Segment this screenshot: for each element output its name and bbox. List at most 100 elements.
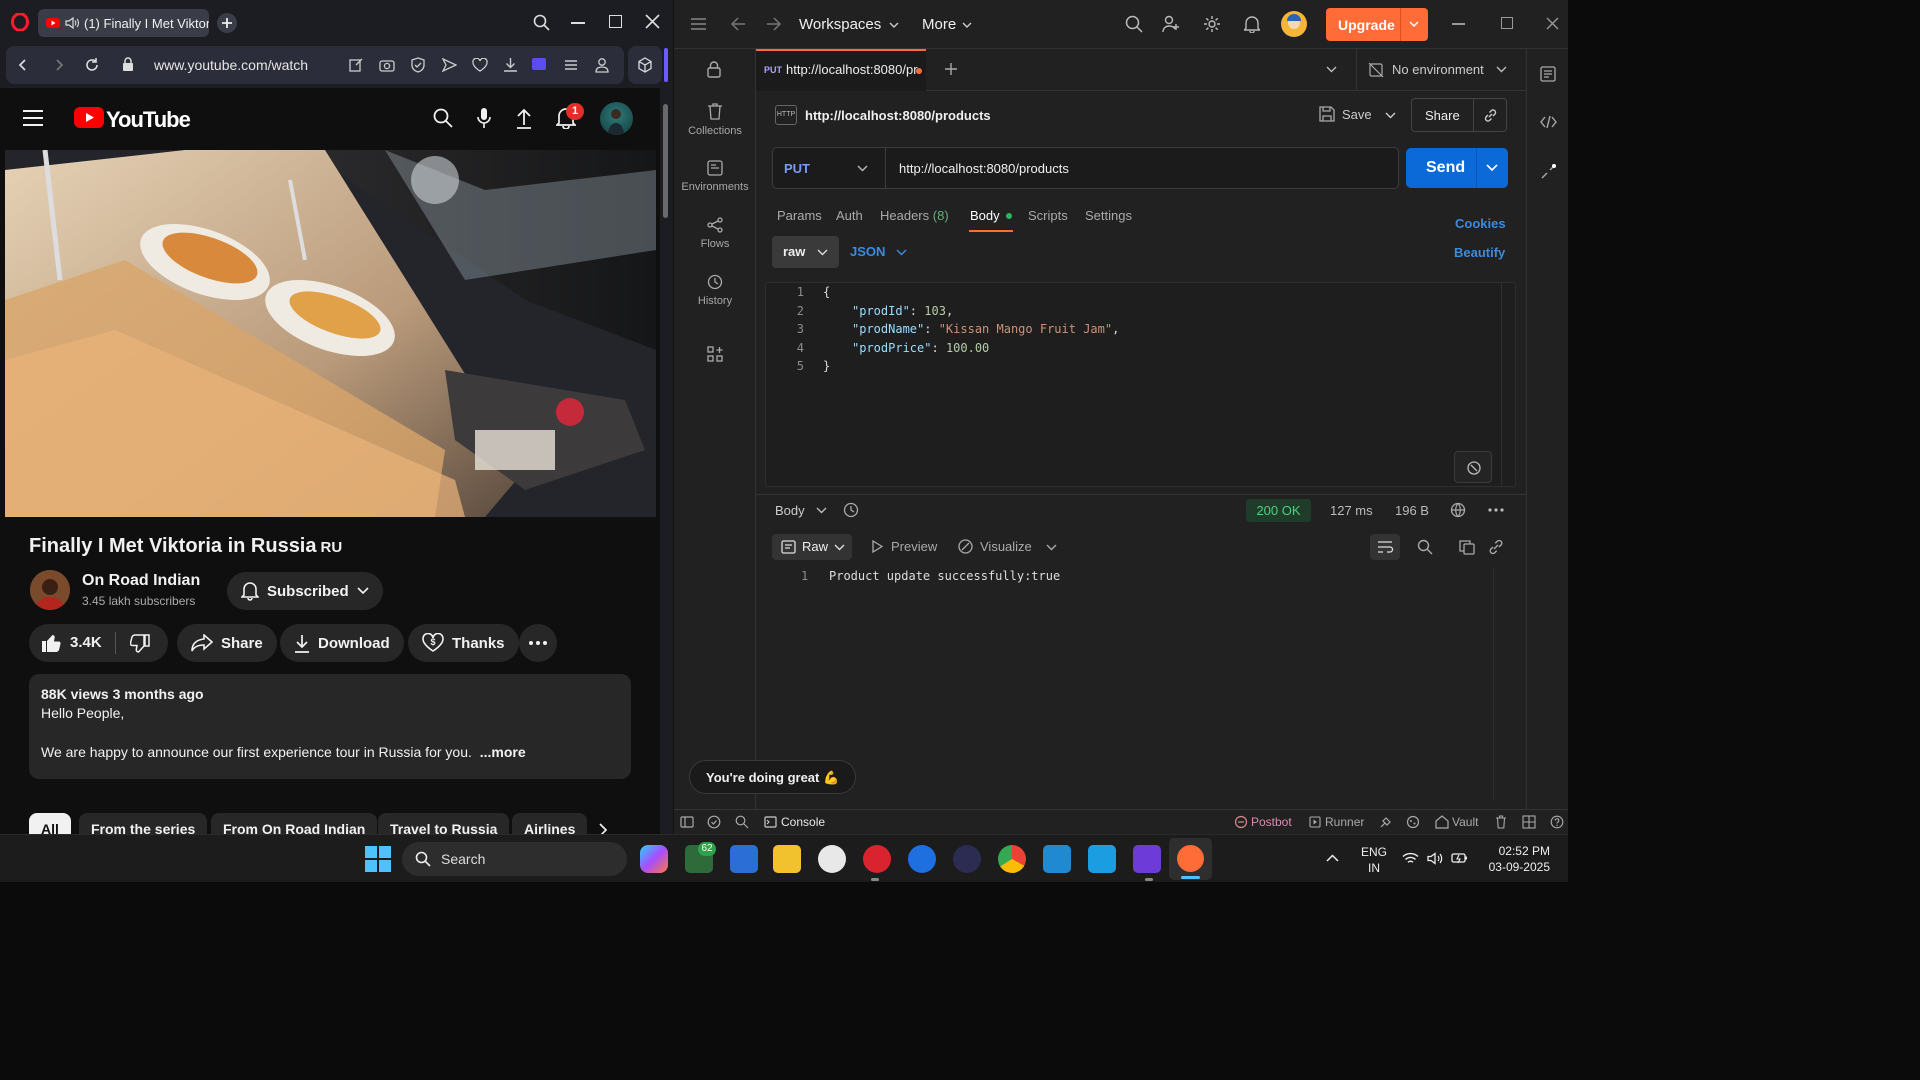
- channel-avatar[interactable]: [30, 570, 70, 610]
- description-box[interactable]: 88K views 3 months ago Hello People, We …: [29, 674, 631, 779]
- trash-icon[interactable]: [1495, 815, 1507, 829]
- scrollbar-thumb[interactable]: [663, 104, 668, 218]
- like-count[interactable]: 3.4K: [70, 634, 102, 651]
- response-size[interactable]: 196 B: [1395, 503, 1429, 518]
- body-mode-selector[interactable]: raw: [772, 236, 839, 268]
- browser-tab[interactable]: (1) Finally I Met Viktoria in Russia: [38, 9, 209, 37]
- capture-icon[interactable]: [1379, 815, 1393, 829]
- user-avatar[interactable]: [1281, 11, 1307, 37]
- wrap-lines-button[interactable]: [1370, 534, 1400, 560]
- camera-icon[interactable]: [379, 58, 395, 72]
- maximize-button[interactable]: [1501, 17, 1513, 29]
- globe-icon[interactable]: [1450, 502, 1466, 518]
- chrome-icon[interactable]: [998, 845, 1026, 873]
- chevron-down-icon[interactable]: [1496, 66, 1507, 73]
- category-chip[interactable]: From the series: [79, 813, 208, 834]
- dislike-icon[interactable]: [130, 634, 150, 654]
- close-window-button[interactable]: [645, 14, 660, 29]
- request-name[interactable]: http://localhost:8080/products: [805, 108, 991, 123]
- no-environment-icon[interactable]: [1368, 62, 1384, 78]
- vpn-icon[interactable]: [532, 58, 546, 70]
- scrollbar[interactable]: [660, 88, 673, 834]
- tab-settings[interactable]: Settings: [1085, 208, 1132, 223]
- battery-icon[interactable]: [1451, 851, 1468, 866]
- console-button[interactable]: Console: [781, 815, 825, 829]
- url-input[interactable]: http://localhost:8080/products: [899, 161, 1069, 176]
- chevron-down-icon[interactable]: [1409, 21, 1419, 28]
- opera-browser-icon[interactable]: [863, 845, 891, 873]
- status-badge[interactable]: 200 OK: [1246, 499, 1311, 522]
- more-link[interactable]: ...more: [480, 744, 526, 760]
- ai-assist-button[interactable]: [1454, 451, 1492, 483]
- back-icon[interactable]: [16, 58, 30, 72]
- lock-icon[interactable]: [122, 57, 134, 72]
- category-chip[interactable]: Travel to Russia: [378, 813, 510, 834]
- download-button[interactable]: Download: [280, 624, 404, 662]
- new-tab-button[interactable]: [217, 13, 237, 33]
- share-button[interactable]: Share: [1425, 108, 1460, 123]
- chevron-down-icon[interactable]: [896, 249, 907, 256]
- subscribed-button[interactable]: Subscribed: [227, 572, 383, 610]
- add-tab-icon[interactable]: [944, 62, 958, 76]
- search-tabs-icon[interactable]: [533, 14, 550, 31]
- chevron-down-icon[interactable]: [1046, 544, 1057, 551]
- environment-selector[interactable]: No environment: [1392, 62, 1484, 77]
- workspaces-menu[interactable]: Workspaces: [799, 16, 899, 33]
- search-icon[interactable]: [1125, 15, 1143, 33]
- postman-taskbar-active[interactable]: [1169, 838, 1212, 880]
- docs-icon[interactable]: [1540, 66, 1556, 82]
- encouragement-toast[interactable]: You're doing great 💪: [689, 760, 857, 794]
- response-body-text[interactable]: Product update successfully:true: [829, 569, 1060, 583]
- reload-icon[interactable]: [84, 57, 100, 73]
- response-body-tab[interactable]: Body: [775, 503, 805, 518]
- chevron-right-icon[interactable]: [598, 823, 608, 834]
- connection-icon[interactable]: [1540, 163, 1557, 180]
- notifications-bell-icon[interactable]: [1244, 15, 1260, 33]
- body-format-selector[interactable]: JSON: [850, 244, 885, 259]
- link-icon[interactable]: [1483, 108, 1498, 123]
- easy-setup-icon[interactable]: [564, 58, 578, 72]
- layout-icon[interactable]: [1522, 815, 1536, 829]
- sidebar-item-environments[interactable]: Environments: [674, 160, 756, 193]
- thanks-button[interactable]: $ Thanks: [408, 624, 519, 662]
- send-dropdown-icon[interactable]: [1486, 164, 1498, 172]
- tab-auth[interactable]: Auth: [836, 208, 863, 223]
- raw-view-selector[interactable]: Raw: [772, 534, 852, 560]
- postbot-button[interactable]: Postbot: [1251, 815, 1292, 829]
- windows-start-icon[interactable]: [365, 846, 391, 872]
- share-button[interactable]: Share: [177, 624, 277, 662]
- preview-tab[interactable]: Preview: [891, 539, 937, 554]
- shield-icon[interactable]: [411, 57, 425, 73]
- close-window-button[interactable]: [1546, 17, 1559, 30]
- edit-icon[interactable]: [349, 57, 364, 72]
- tab-headers[interactable]: Headers (8): [880, 208, 949, 223]
- chevron-up-icon[interactable]: [1326, 854, 1339, 862]
- body-code-editor[interactable]: 1 2 3 4 5 { "prodId": 103, "prodName": "…: [765, 282, 1516, 487]
- category-chip-all[interactable]: All: [29, 813, 71, 834]
- remote-desktop-icon[interactable]: [1088, 845, 1116, 873]
- vscode-icon[interactable]: [1043, 845, 1071, 873]
- chevron-down-icon[interactable]: [857, 165, 868, 172]
- taskbar-search[interactable]: Search: [402, 842, 627, 876]
- save-button[interactable]: Save: [1342, 107, 1372, 122]
- more-actions-button[interactable]: [519, 624, 557, 662]
- file-explorer-icon[interactable]: [773, 845, 801, 873]
- send-arrow-icon[interactable]: [442, 58, 457, 72]
- avatar[interactable]: [600, 102, 633, 135]
- settings-gear-icon[interactable]: [1203, 15, 1221, 33]
- minimize-button[interactable]: [1452, 23, 1465, 25]
- runner-button[interactable]: Runner: [1325, 815, 1364, 829]
- speaker-icon[interactable]: [65, 17, 79, 29]
- youtube-logo-icon[interactable]: [74, 107, 104, 128]
- category-chip[interactable]: From On Road Indian: [211, 813, 378, 834]
- app-store-icon[interactable]: [908, 845, 936, 873]
- more-menu[interactable]: More: [922, 16, 972, 33]
- search-icon[interactable]: [1417, 539, 1433, 555]
- intellij-icon[interactable]: [1133, 845, 1161, 873]
- link-icon[interactable]: [1488, 539, 1504, 555]
- maximize-button[interactable]: [609, 15, 622, 28]
- language-indicator[interactable]: ENG IN: [1361, 844, 1387, 876]
- forward-icon[interactable]: [52, 58, 66, 72]
- tabs-dropdown-icon[interactable]: [1326, 66, 1337, 73]
- heart-icon[interactable]: [472, 58, 488, 72]
